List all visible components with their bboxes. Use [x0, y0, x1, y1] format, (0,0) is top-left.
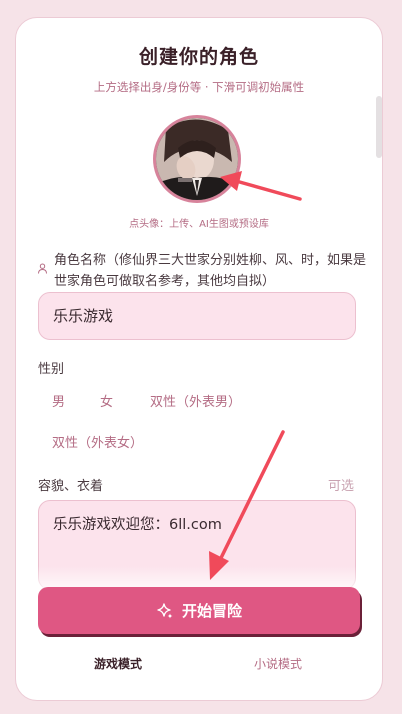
avatar-image — [156, 118, 238, 200]
character-creation-card: 创建你的角色 上方选择出身/身份等 · 下滑可调初始属性 点头像：上传、AI生图… — [15, 17, 383, 701]
novel-mode-tab[interactable]: 小说模式 — [254, 655, 302, 672]
avatar[interactable] — [153, 115, 241, 203]
avatar-hint: 点头像：上传、AI生图或预设库 — [129, 219, 269, 230]
appearance-label: 容貌、衣着 — [38, 479, 104, 494]
start-adventure-button[interactable]: 开始冒险 — [38, 587, 360, 634]
name-field-label: 角色名称（修仙界三大世家分别姓柳、风、时，如果是世家角色可做取名参考，其他均自拟… — [54, 253, 367, 289]
page-title: 创建你的角色 — [138, 46, 259, 68]
sparkle-icon — [157, 602, 173, 618]
gender-option-intersex-female[interactable]: 双性（外表女） — [52, 432, 143, 451]
game-mode-tab[interactable]: 游戏模式 — [94, 655, 142, 672]
person-icon — [38, 263, 47, 274]
gender-option-female[interactable]: 女 — [100, 391, 113, 410]
gender-option-male[interactable]: 男 — [52, 391, 65, 410]
gender-option-intersex-male[interactable]: 双性（外表男） — [150, 391, 241, 410]
page-subtitle: 上方选择出身/身份等 · 下滑可调初始属性 — [93, 80, 305, 94]
gender-label: 性别 — [38, 362, 65, 377]
start-adventure-label: 开始冒险 — [181, 602, 242, 620]
scrollbar[interactable] — [376, 96, 382, 158]
name-input[interactable]: 乐乐游戏 — [38, 292, 356, 340]
optional-tag: 可选 — [327, 479, 354, 494]
